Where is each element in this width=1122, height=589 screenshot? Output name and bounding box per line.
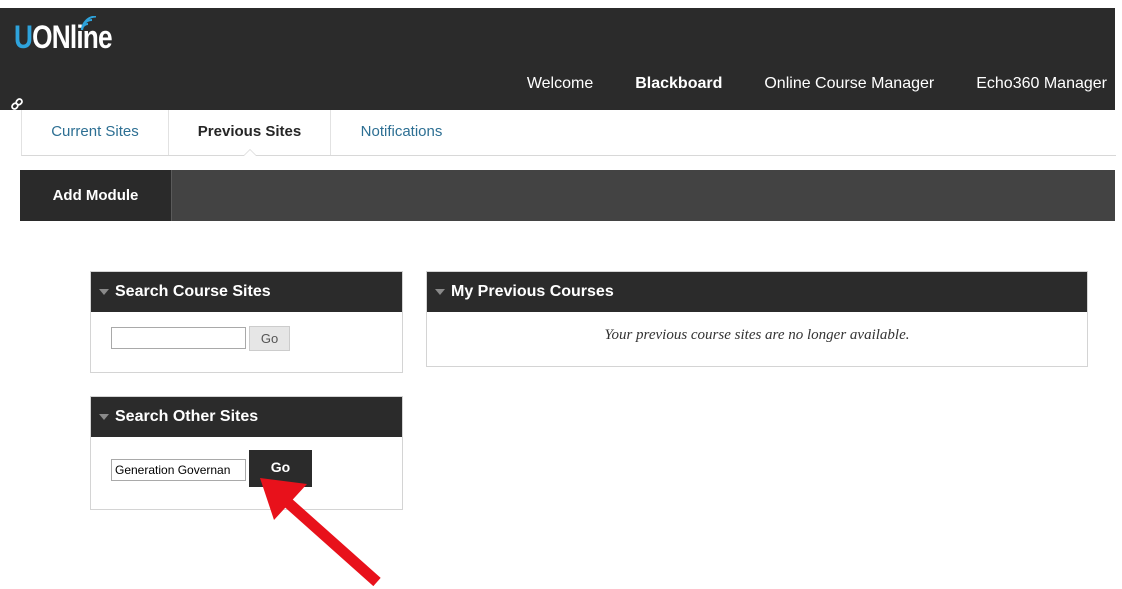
nav-welcome[interactable]: Welcome — [506, 64, 614, 110]
tab-notifications[interactable]: Notifications — [331, 110, 472, 155]
module-title: Search Course Sites — [115, 283, 271, 300]
main-navigation: Welcome Blackboard Online Course Manager… — [506, 64, 1115, 122]
sub-tabs: Current Sites Previous Sites Notificatio… — [21, 110, 1116, 156]
my-previous-courses-header[interactable]: My Previous Courses — [427, 272, 1087, 312]
my-previous-courses-module: My Previous Courses Your previous course… — [426, 271, 1088, 367]
search-course-sites-input[interactable] — [111, 327, 246, 349]
tab-current-sites[interactable]: Current Sites — [22, 110, 169, 155]
nav-online-course-manager[interactable]: Online Course Manager — [743, 64, 955, 110]
top-banner: UONline Welcome Blackboard Online Course… — [0, 8, 1115, 122]
collapse-caret-icon[interactable] — [99, 414, 109, 420]
collapse-caret-icon[interactable] — [99, 289, 109, 295]
module-title: Search Other Sites — [115, 408, 259, 425]
tab-previous-sites[interactable]: Previous Sites — [169, 110, 331, 156]
search-other-sites-module: Search Other Sites Go — [90, 396, 403, 510]
collapse-caret-icon[interactable] — [435, 289, 445, 295]
nav-blackboard[interactable]: Blackboard — [614, 64, 743, 122]
search-course-sites-go-button[interactable]: Go — [249, 326, 290, 351]
module-title: My Previous Courses — [451, 283, 614, 300]
search-other-sites-input[interactable] — [111, 459, 246, 481]
search-course-sites-header[interactable]: Search Course Sites — [91, 272, 402, 312]
link-icon[interactable] — [10, 97, 24, 111]
nav-echo360-manager[interactable]: Echo360 Manager — [955, 64, 1115, 110]
signal-waves-icon — [81, 16, 97, 31]
search-course-sites-module: Search Course Sites Go — [90, 271, 403, 373]
action-bar: Add Module — [20, 170, 1115, 221]
empty-message: Your previous course sites are no longer… — [604, 327, 910, 343]
add-module-button[interactable]: Add Module — [20, 170, 172, 221]
search-other-sites-go-button[interactable]: Go — [249, 450, 312, 487]
search-other-sites-header[interactable]: Search Other Sites — [91, 397, 402, 437]
